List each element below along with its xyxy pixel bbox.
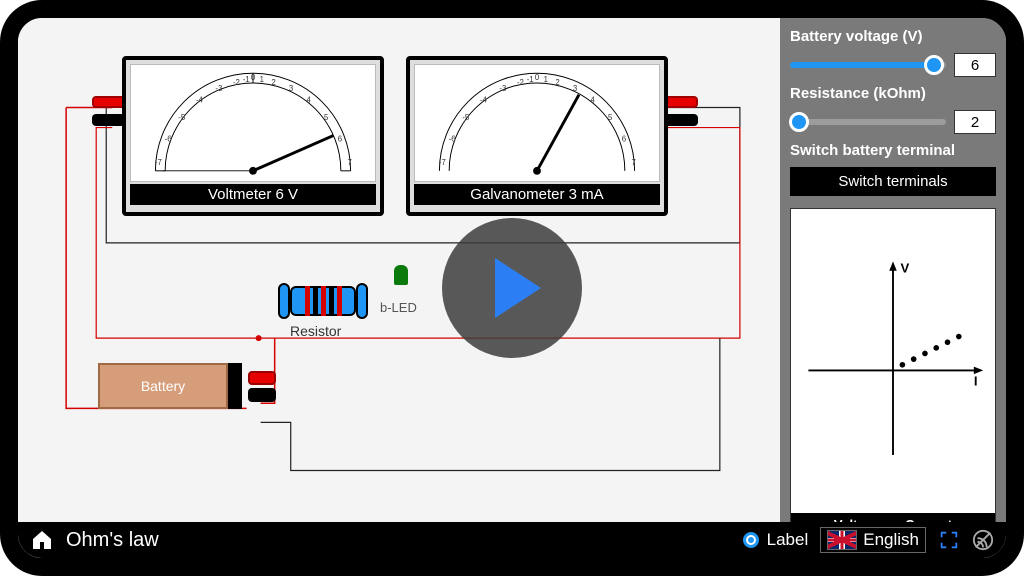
svg-text:4: 4 [590,96,595,105]
switch-heading: Switch battery terminal [790,142,996,159]
voltmeter-red-plug [92,96,126,108]
label-toggle-text: Label [767,530,809,550]
graph-i-axis-label: I [974,373,978,388]
svg-text:-2: -2 [233,78,240,87]
svg-text:-1: -1 [527,75,534,84]
battery[interactable]: Battery [98,363,276,409]
home-icon[interactable] [30,528,54,552]
svg-text:0: 0 [251,73,256,82]
svg-text:-3: -3 [215,84,222,93]
svg-text:-5: -5 [178,113,186,122]
resistance-control-row: 2 [790,110,996,134]
voltmeter-black-plug [92,114,126,126]
galvanometer: -7 -6 -5 -4 -3 -2 -101 2 3 4 5 6 7 [406,56,668,216]
svg-text:-2: -2 [517,78,524,87]
svg-text:-7: -7 [439,158,446,167]
language-selector[interactable]: English [820,527,926,553]
play-icon [495,258,541,318]
page-title: Ohm's law [66,529,159,552]
resistor-label: Resistor [290,323,341,339]
resistance-slider[interactable] [790,119,946,125]
svg-text:5: 5 [324,113,329,122]
simulation-canvas: -7-6-5 -4-3-2 -101 234 567 [18,18,780,558]
svg-text:2: 2 [555,78,559,87]
svg-text:7: 7 [347,158,351,167]
svg-text:-6: -6 [165,135,172,144]
svg-text:-6: -6 [449,135,456,144]
resistor-row: Resistor b-LED [278,283,417,319]
no-cast-icon[interactable] [972,529,994,551]
galvanometer-case: -7 -6 -5 -4 -3 -2 -101 2 3 4 5 6 7 [406,56,668,216]
language-name: English [863,530,919,550]
svg-text:-4: -4 [480,96,488,105]
vi-graph-card: V I Voltage vs. Current Note: Change bat… [790,208,996,548]
tablet-frame: -7-6-5 -4-3-2 -101 234 567 [0,0,1024,576]
svg-text:4: 4 [306,96,311,105]
voltmeter-dial: -7 -6 -5 -4 -3 -2 -101 2 3 4 5 6 7 [130,64,376,182]
voltage-slider-thumb[interactable] [924,55,944,75]
battery-plugs [248,371,276,402]
resistance-slider-thumb[interactable] [789,112,809,132]
switch-terminals-button[interactable]: Switch terminals [790,167,996,196]
svg-text:1: 1 [260,75,264,84]
voltage-slider-label: Battery voltage (V) [790,28,996,45]
svg-text:-1: -1 [243,75,250,84]
resistor[interactable] [278,283,368,319]
voltmeter-label: Voltmeter 6 V [130,184,376,205]
galvanometer-black-plug [664,114,698,126]
voltage-slider[interactable] [790,62,946,68]
svg-text:1: 1 [544,75,548,84]
galvanometer-label: Galvanometer 3 mA [414,184,660,205]
voltage-value[interactable]: 6 [954,53,996,77]
app-stage: -7-6-5 -4-3-2 -101 234 567 [18,18,1006,558]
meters-row: -7-6-5 -4-3-2 -101 234 567 [122,56,762,216]
battery-black-plug [248,388,276,402]
svg-text:2: 2 [271,78,275,87]
resistance-slider-label: Resistance (kOhm) [790,85,996,102]
side-panel: Battery voltage (V) 6 Resistance (kOhm) … [780,18,1006,558]
svg-text:7: 7 [631,158,635,167]
svg-text:-4: -4 [196,96,204,105]
svg-text:-3: -3 [499,84,506,93]
svg-text:6: 6 [338,135,342,144]
svg-text:3: 3 [289,84,293,93]
galvanometer-dial: -7 -6 -5 -4 -3 -2 -101 2 3 4 5 6 7 [414,64,660,182]
voltage-control-row: 6 [790,53,996,77]
svg-text:3: 3 [573,84,577,93]
battery-red-plug [248,371,276,385]
svg-text:5: 5 [608,113,613,122]
battery-body: Battery [98,363,228,409]
resistance-value[interactable]: 2 [954,110,996,134]
radio-icon [743,532,759,548]
led-label: b-LED [380,300,417,315]
vi-graph: V I [791,209,995,513]
galvanometer-red-plug [664,96,698,108]
battery-label: Battery [141,378,185,394]
svg-text:-5: -5 [462,113,470,122]
fullscreen-icon[interactable] [938,529,960,551]
uk-flag-icon [827,530,857,550]
voltmeter-case: -7 -6 -5 -4 -3 -2 -101 2 3 4 5 6 7 [122,56,384,216]
svg-text:0: 0 [535,73,540,82]
bottom-bar: Ohm's law Label English [18,522,1006,558]
voltmeter: -7 -6 -5 -4 -3 -2 -101 2 3 4 5 6 7 [122,56,384,216]
graph-v-axis-label: V [901,261,910,276]
battery-terminal-block [228,363,242,409]
play-button[interactable] [442,218,582,358]
led-indicator [394,265,408,285]
svg-text:-7: -7 [155,158,162,167]
svg-text:6: 6 [622,135,626,144]
label-toggle[interactable]: Label [743,530,809,550]
